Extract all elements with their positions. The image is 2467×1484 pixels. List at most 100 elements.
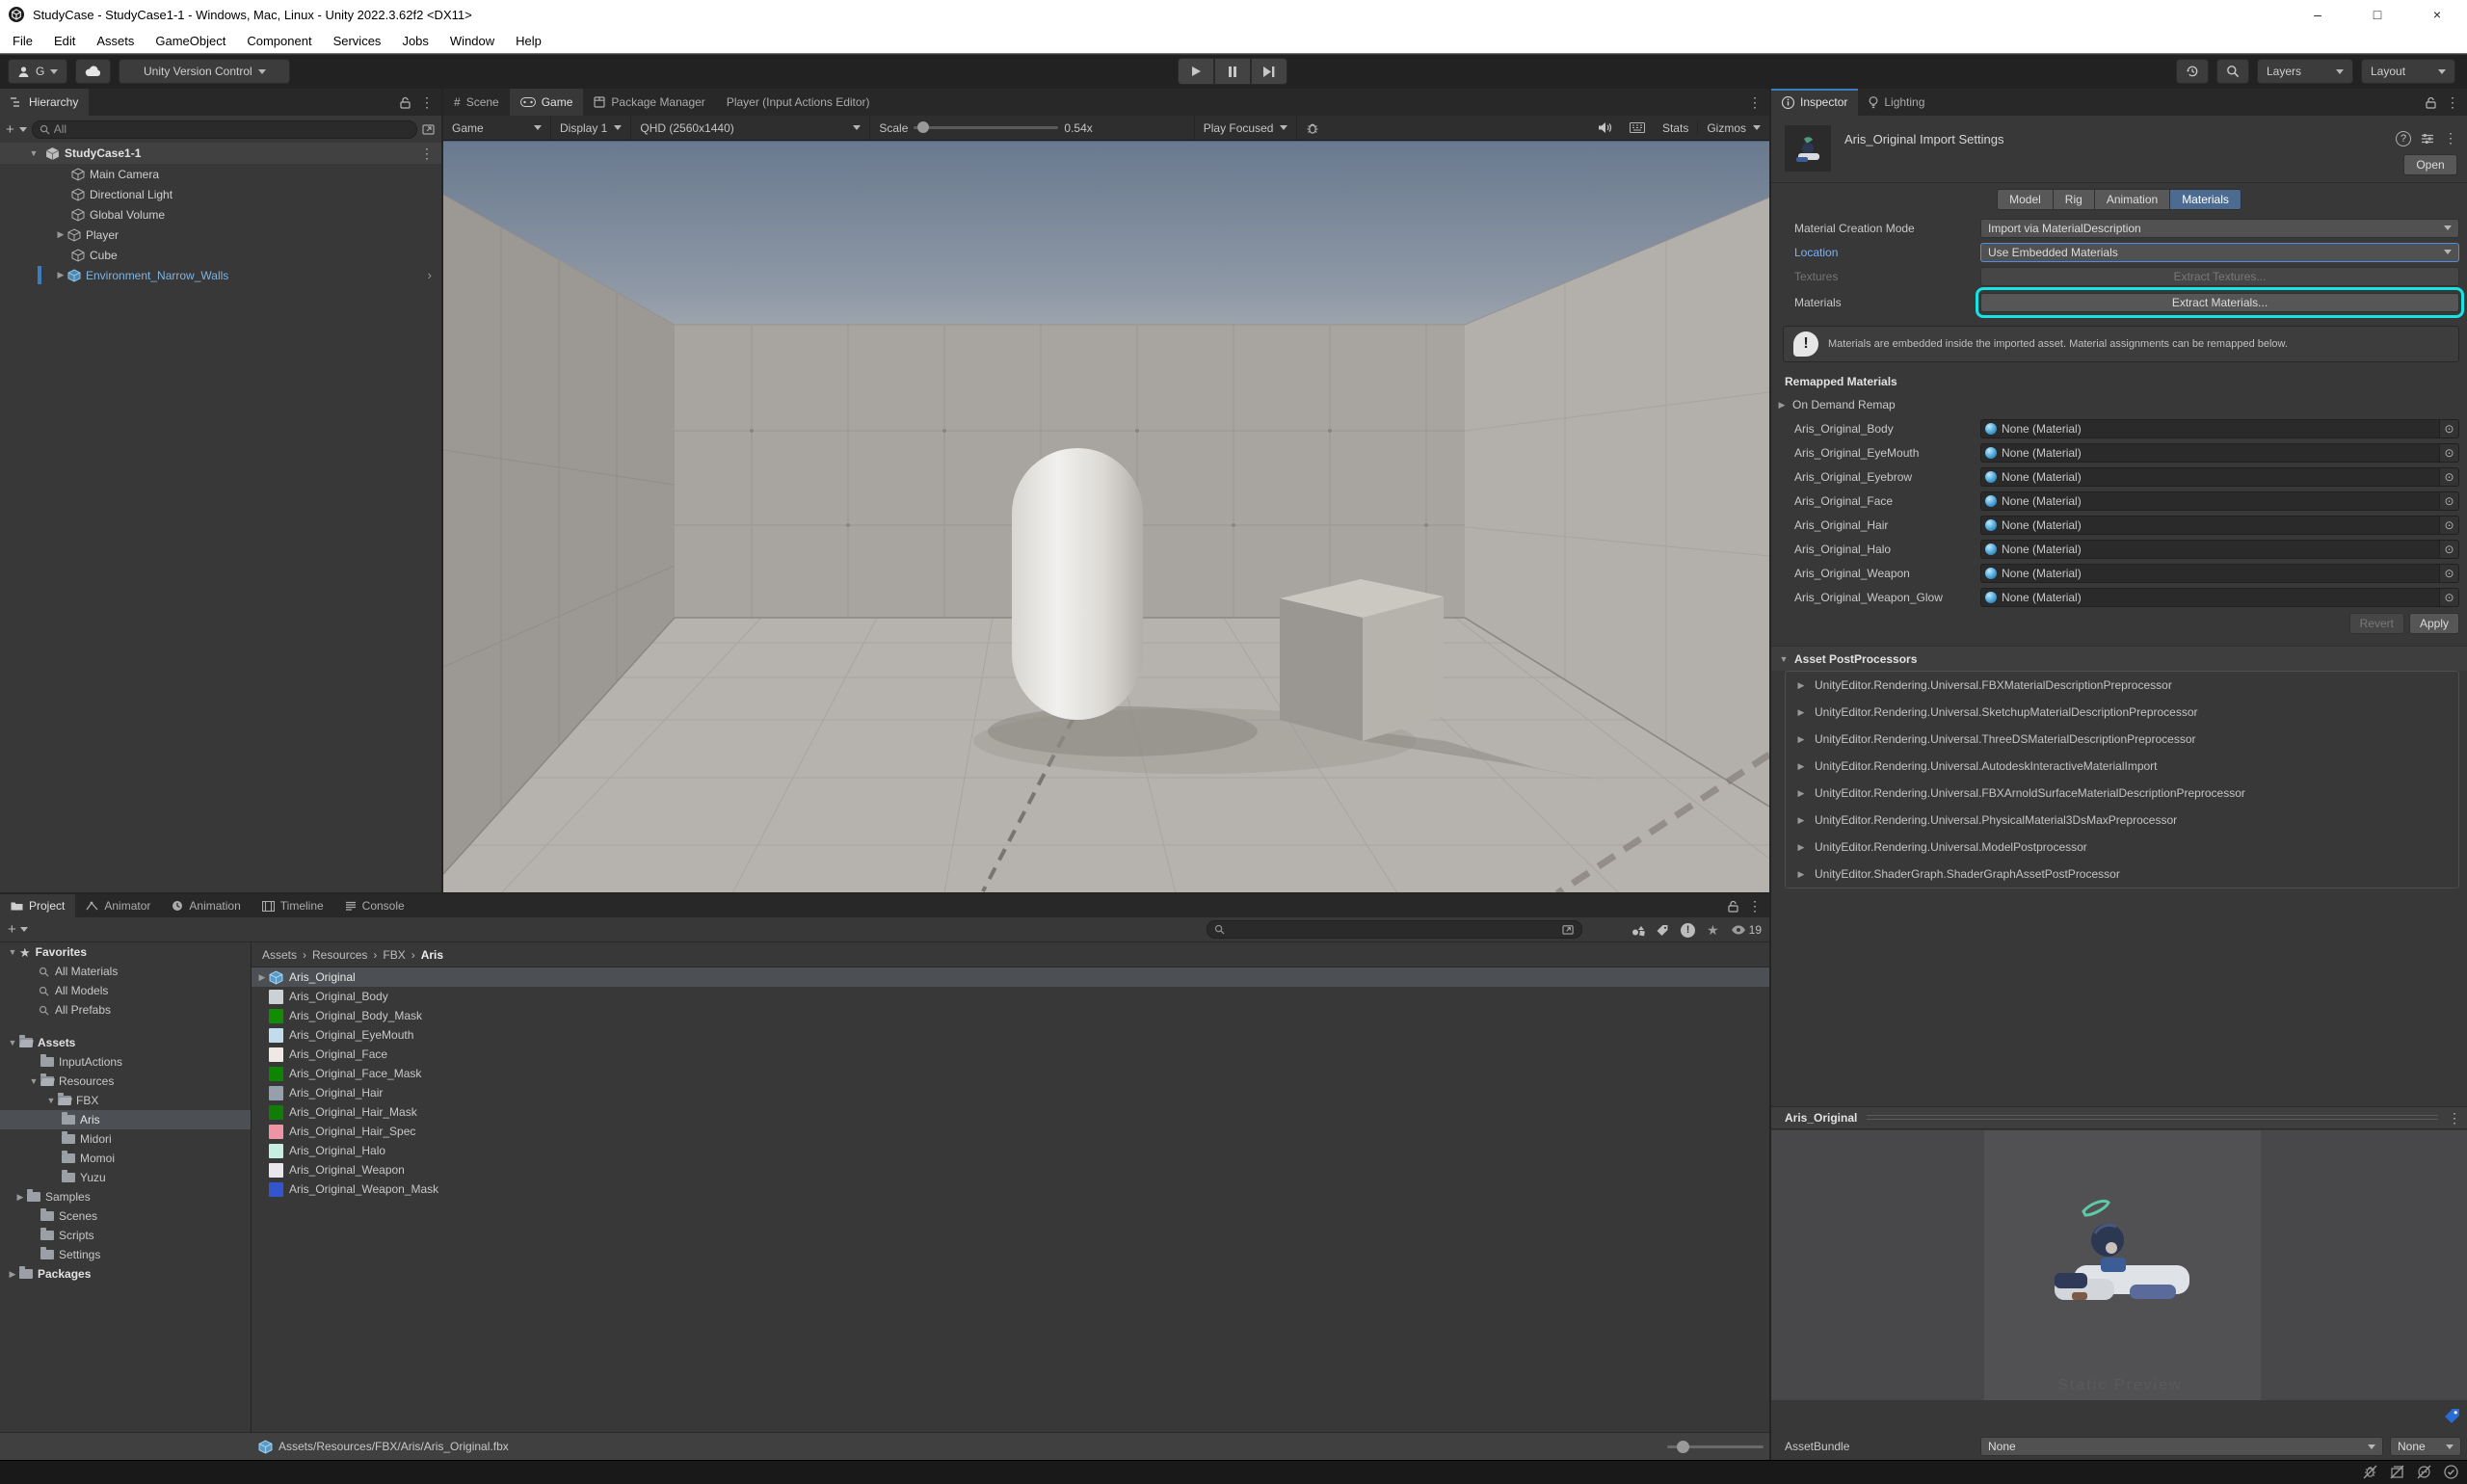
file-row[interactable]: Aris_Original_Hair_Spec bbox=[252, 1122, 1769, 1141]
hierarchy-search[interactable] bbox=[32, 120, 417, 139]
extract-materials-button[interactable]: Extract Materials... bbox=[1980, 293, 2459, 312]
foldout-closed-icon[interactable]: ▶ bbox=[255, 972, 269, 983]
menu-services[interactable]: Services bbox=[323, 29, 392, 53]
pause-button[interactable] bbox=[1214, 58, 1251, 85]
scene-header-row[interactable]: ▼ StudyCase1-1 ⋮ bbox=[0, 143, 441, 164]
thumbnail-size-slider[interactable] bbox=[1667, 1445, 1764, 1448]
postprocessor-row[interactable]: ▶UnityEditor.Rendering.Universal.FBXMate… bbox=[1786, 672, 2458, 699]
hierarchy-item-global-volume[interactable]: Global Volume bbox=[0, 204, 441, 225]
tab-game[interactable]: Game bbox=[510, 89, 584, 116]
breadcrumb-resources[interactable]: Resources bbox=[312, 948, 367, 962]
account-button[interactable]: G bbox=[8, 59, 67, 84]
undo-history-button[interactable] bbox=[2176, 59, 2209, 84]
tab-lighting[interactable]: Lighting bbox=[1858, 89, 1935, 116]
lock-icon[interactable] bbox=[400, 96, 411, 109]
tree-settings[interactable]: Settings bbox=[0, 1245, 251, 1264]
material-object-field[interactable]: None (Material)⊙ bbox=[1980, 516, 2459, 535]
foldout-open-icon[interactable]: ▼ bbox=[27, 148, 40, 158]
menu-component[interactable]: Component bbox=[236, 29, 322, 53]
menu-file[interactable]: File bbox=[2, 29, 43, 53]
presets-icon[interactable] bbox=[2421, 132, 2434, 146]
material-object-field[interactable]: None (Material)⊙ bbox=[1980, 540, 2459, 559]
game-mode-dropdown[interactable]: Game bbox=[443, 116, 551, 140]
object-picker-icon[interactable]: ⊙ bbox=[2439, 468, 2458, 486]
breadcrumb-fbx[interactable]: FBX bbox=[383, 948, 405, 962]
file-row[interactable]: Aris_Original_Halo bbox=[252, 1141, 1769, 1160]
object-picker-icon[interactable]: ⊙ bbox=[2439, 492, 2458, 510]
tree-all-prefabs[interactable]: All Prefabs bbox=[0, 1000, 251, 1020]
step-button[interactable] bbox=[1251, 58, 1287, 85]
file-row[interactable]: Aris_Original_Face bbox=[252, 1045, 1769, 1064]
open-button[interactable]: Open bbox=[2403, 154, 2457, 175]
apply-button[interactable]: Apply bbox=[2409, 613, 2459, 634]
tree-aris[interactable]: Aris bbox=[0, 1110, 251, 1129]
game-view-menu-icon[interactable]: ⋮ bbox=[1748, 94, 1762, 111]
material-object-field[interactable]: None (Material)⊙ bbox=[1980, 564, 2459, 583]
hierarchy-item-main-camera[interactable]: Main Camera bbox=[0, 164, 441, 184]
object-picker-icon[interactable]: ⊙ bbox=[2439, 517, 2458, 534]
mute-audio-button[interactable] bbox=[1589, 121, 1621, 134]
material-creation-mode-dropdown[interactable]: Import via MaterialDescription bbox=[1980, 219, 2459, 238]
file-row[interactable]: Aris_Original_Face_Mask bbox=[252, 1064, 1769, 1083]
chevron-down-icon[interactable] bbox=[19, 127, 27, 132]
search-by-label-icon[interactable] bbox=[1657, 924, 1669, 937]
search-everything-button[interactable] bbox=[2216, 59, 2249, 84]
tab-timeline[interactable]: Timeline bbox=[252, 894, 334, 917]
hierarchy-item-cube[interactable]: Cube bbox=[0, 245, 441, 265]
tab-animation[interactable]: Animation bbox=[161, 894, 251, 917]
tree-assets[interactable]: ▼Assets bbox=[0, 1033, 251, 1052]
create-add-icon[interactable]: + bbox=[8, 922, 16, 937]
object-picker-icon[interactable]: ⊙ bbox=[2439, 420, 2458, 437]
object-picker-icon[interactable]: ⊙ bbox=[2439, 541, 2458, 558]
shortcut-keyboard-button[interactable] bbox=[1621, 122, 1654, 133]
material-object-field[interactable]: None (Material)⊙ bbox=[1980, 443, 2459, 463]
location-dropdown[interactable]: Use Embedded Materials bbox=[1980, 243, 2459, 262]
file-row[interactable]: Aris_Original_Weapon bbox=[252, 1160, 1769, 1179]
tab-materials[interactable]: Materials bbox=[2170, 189, 2242, 210]
tab-animator[interactable]: Animator bbox=[75, 894, 161, 917]
hidden-packages-icon[interactable]: ! bbox=[1681, 923, 1695, 938]
menu-gameobject[interactable]: GameObject bbox=[145, 29, 236, 53]
postprocessor-row[interactable]: ▶UnityEditor.Rendering.Universal.ThreeDS… bbox=[1786, 726, 2458, 753]
version-control-button[interactable]: Unity Version Control bbox=[119, 59, 290, 84]
tree-inputactions[interactable]: InputActions bbox=[0, 1052, 251, 1072]
menu-assets[interactable]: Assets bbox=[86, 29, 145, 53]
file-row[interactable]: Aris_Original_Body bbox=[252, 987, 1769, 1006]
tab-console[interactable]: Console bbox=[334, 894, 415, 917]
gizmos-dropdown[interactable]: Gizmos bbox=[1697, 121, 1769, 135]
file-row[interactable]: Aris_Original_EyeMouth bbox=[252, 1025, 1769, 1045]
layout-dropdown[interactable]: Layout bbox=[2361, 59, 2455, 84]
object-picker-icon[interactable]: ⊙ bbox=[2439, 444, 2458, 462]
tree-scenes[interactable]: Scenes bbox=[0, 1206, 251, 1226]
header-menu-icon[interactable]: ⋮ bbox=[2444, 130, 2457, 146]
tab-player-input-actions[interactable]: Player (Input Actions Editor) bbox=[716, 89, 881, 116]
scale-slider[interactable] bbox=[914, 126, 1058, 129]
postprocessor-row[interactable]: ▶UnityEditor.Rendering.Universal.Physica… bbox=[1786, 807, 2458, 834]
close-button[interactable]: × bbox=[2407, 0, 2467, 29]
breadcrumb-aris[interactable]: Aris bbox=[421, 948, 443, 962]
assetbundle-variant-dropdown[interactable]: None bbox=[2390, 1437, 2461, 1456]
file-row[interactable]: Aris_Original_Hair bbox=[252, 1083, 1769, 1102]
foldout-closed-icon[interactable]: ▶ bbox=[54, 229, 67, 240]
menu-window[interactable]: Window bbox=[439, 29, 505, 53]
tab-model[interactable]: Model bbox=[1997, 189, 2054, 210]
hierarchy-menu-icon[interactable]: ⋮ bbox=[420, 94, 434, 111]
tab-animation[interactable]: Animation bbox=[2095, 189, 2170, 210]
tab-package-manager[interactable]: Package Manager bbox=[583, 89, 715, 116]
menu-edit[interactable]: Edit bbox=[43, 29, 86, 53]
debugger-disabled-icon[interactable] bbox=[2362, 1464, 2378, 1480]
tree-momoi[interactable]: Momoi bbox=[0, 1149, 251, 1168]
asset-labels-icon[interactable] bbox=[2444, 1408, 2461, 1425]
visibility-toggle[interactable]: 19 bbox=[1731, 923, 1762, 937]
tree-all-materials[interactable]: All Materials bbox=[0, 962, 251, 981]
help-icon[interactable]: ? bbox=[2396, 131, 2411, 146]
material-object-field[interactable]: None (Material)⊙ bbox=[1980, 419, 2459, 438]
maximize-button[interactable]: □ bbox=[2348, 0, 2407, 29]
breadcrumb-assets[interactable]: Assets bbox=[262, 948, 297, 962]
postprocessor-row[interactable]: ▶UnityEditor.Rendering.Universal.FBXArno… bbox=[1786, 780, 2458, 807]
file-row[interactable]: Aris_Original_Body_Mask bbox=[252, 1006, 1769, 1025]
tab-hierarchy[interactable]: Hierarchy bbox=[0, 89, 89, 116]
resolution-dropdown[interactable]: QHD (2560x1440) bbox=[631, 116, 870, 140]
tree-favorites[interactable]: ▼★Favorites bbox=[0, 942, 251, 962]
material-object-field[interactable]: None (Material)⊙ bbox=[1980, 467, 2459, 487]
